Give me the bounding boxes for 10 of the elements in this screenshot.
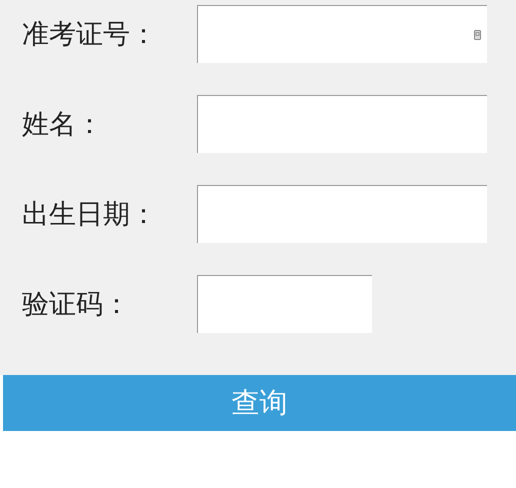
field-label: 出生日期： (22, 198, 158, 232)
input-field[interactable] (197, 95, 487, 153)
input-field[interactable] (197, 185, 487, 243)
autofill-icon[interactable] (474, 30, 481, 40)
search-button[interactable]: 查询 (3, 375, 516, 431)
field-label: 准考证号： (22, 18, 158, 52)
input-field[interactable] (197, 275, 372, 333)
field-label: 姓名： (22, 108, 104, 142)
field-label: 验证码： (22, 288, 131, 322)
input-field[interactable] (197, 5, 487, 63)
